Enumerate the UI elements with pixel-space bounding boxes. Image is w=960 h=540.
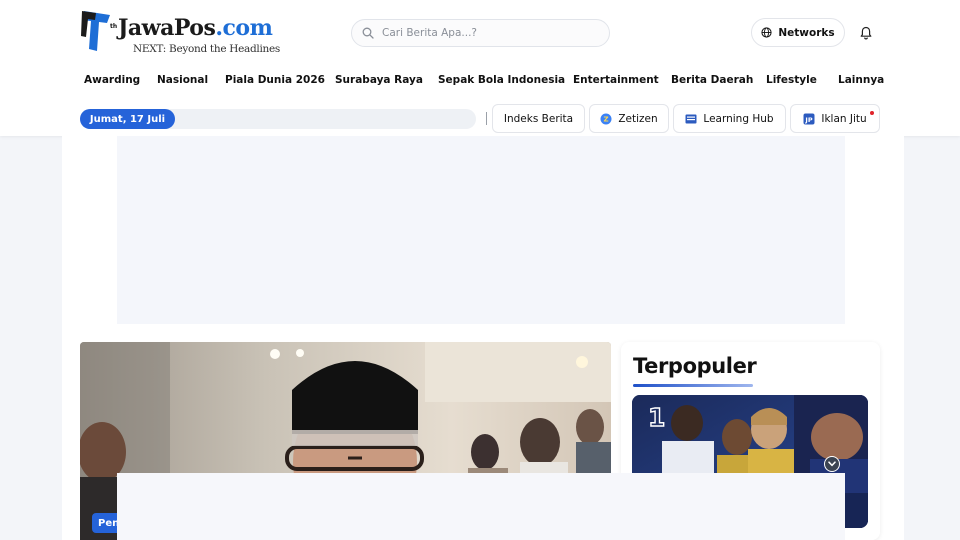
zetizen-button[interactable]: Z Zetizen xyxy=(589,104,669,133)
nav-item-nasional[interactable]: Nasional xyxy=(157,74,208,86)
nav-item-sepak-bola-indonesia[interactable]: Sepak Bola Indonesia xyxy=(438,74,565,86)
learning-hub-icon xyxy=(685,114,697,123)
title-underline xyxy=(633,384,753,387)
logo-brand-text: JawaPos.com xyxy=(118,15,273,41)
nav-item-lifestyle[interactable]: Lifestyle xyxy=(766,74,817,86)
site-header: th JawaPos.com NEXT: Beyond the Headline… xyxy=(0,0,960,136)
search-input[interactable] xyxy=(382,27,582,39)
svg-text:JP: JP xyxy=(805,115,813,123)
networks-label: Networks xyxy=(778,26,835,39)
iklan-jitu-label: Iklan Jitu xyxy=(821,112,867,125)
main-nav: Awarding Nasional Piala Dunia 2026 Surab… xyxy=(80,74,890,92)
indeks-berita-button[interactable]: Indeks Berita xyxy=(492,104,585,133)
ad-banner-top xyxy=(117,136,845,324)
nav-item-piala-dunia[interactable]: Piala Dunia 2026 xyxy=(225,74,325,86)
learning-hub-label: Learning Hub xyxy=(703,112,774,125)
networks-button[interactable]: Networks xyxy=(751,18,845,47)
popular-rank-number: 1 xyxy=(647,402,666,432)
bell-icon[interactable] xyxy=(858,25,874,41)
learning-hub-button[interactable]: Learning Hub xyxy=(673,104,786,133)
terpopuler-title: Terpopuler xyxy=(633,354,757,378)
zetizen-icon: Z xyxy=(600,113,612,124)
logo-brand-main: JawaPos xyxy=(118,15,216,41)
search-icon xyxy=(362,27,374,39)
nav-item-lainnya[interactable]: Lainnya xyxy=(838,74,884,86)
nav-item-berita-daerah[interactable]: Berita Daerah xyxy=(671,74,753,86)
logo-tagline: NEXT: Beyond the Headlines xyxy=(133,43,281,55)
site-logo[interactable]: th JawaPos.com NEXT: Beyond the Headline… xyxy=(80,9,292,57)
indeks-berita-label: Indeks Berita xyxy=(503,112,574,125)
iklan-jitu-icon: JP xyxy=(803,113,815,124)
logo-mark-icon xyxy=(81,11,110,51)
chevron-down-icon[interactable] xyxy=(824,456,840,472)
nav-item-surabaya-raya[interactable]: Surabaya Raya xyxy=(335,74,423,86)
nav-item-awarding[interactable]: Awarding xyxy=(84,74,140,86)
nav-item-entertainment[interactable]: Entertainment xyxy=(573,74,659,86)
logo-brand-suffix: .com xyxy=(215,15,273,41)
zetizen-label: Zetizen xyxy=(618,112,658,125)
globe-icon xyxy=(761,27,772,38)
ad-banner-bottom xyxy=(117,473,845,540)
search-box[interactable] xyxy=(351,19,610,47)
logo-anniversary-suffix: th xyxy=(110,23,118,30)
notification-dot xyxy=(870,111,874,115)
subnav-divider xyxy=(486,112,487,125)
date-badge: Jumat, 17 Juli xyxy=(80,109,175,129)
svg-text:Z: Z xyxy=(604,115,609,123)
iklan-jitu-button[interactable]: JP Iklan Jitu xyxy=(790,104,880,133)
